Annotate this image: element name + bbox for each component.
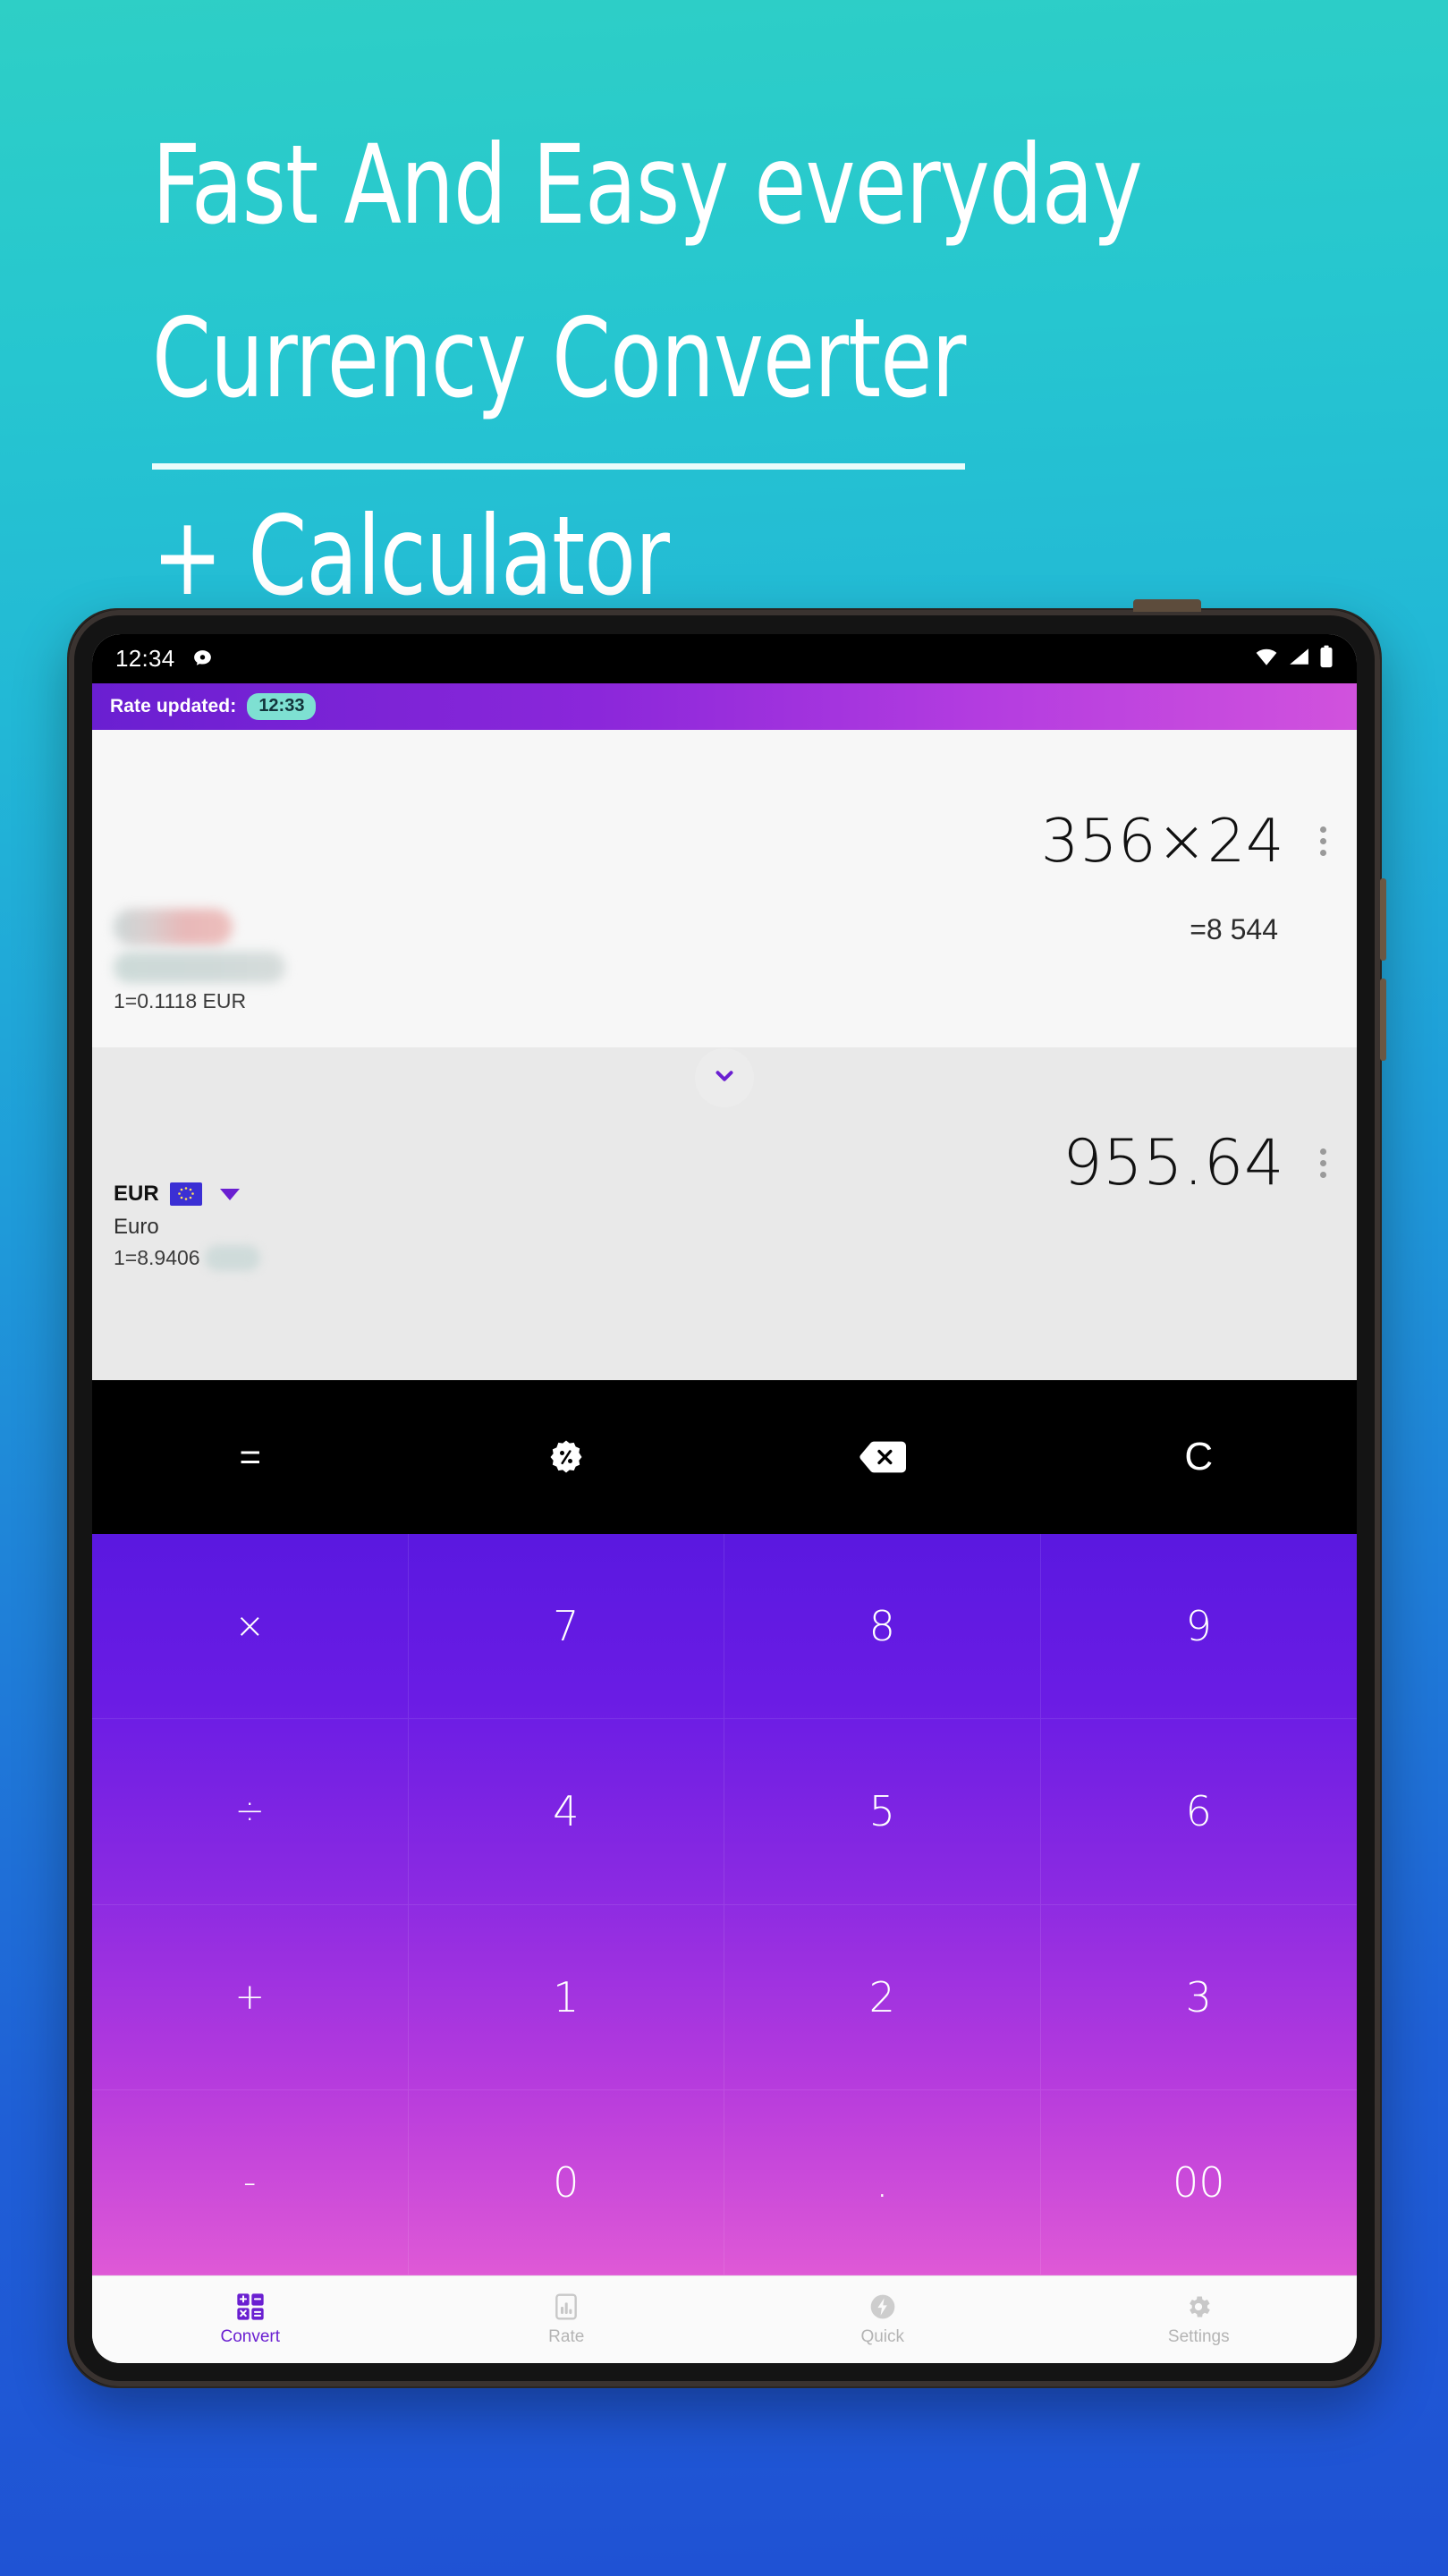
swap-currencies-button[interactable]	[695, 1048, 754, 1107]
device-screen: 12:34 Rate updated: 12:33 356×24 =8 544 …	[92, 634, 1357, 2363]
source-currency-name-redacted	[114, 952, 285, 983]
chevron-down-icon	[711, 1063, 738, 1094]
flash-circle-icon	[868, 2292, 897, 2321]
key-minus[interactable]: -	[92, 2089, 409, 2275]
status-bar-right	[1255, 645, 1334, 673]
rate-updated-time-badge: 12:33	[247, 693, 317, 720]
target-amount-area: 955.64	[1063, 1126, 1332, 1199]
source-currency-code-redacted[interactable]	[114, 909, 233, 945]
calculator-result: =8 544	[1190, 913, 1278, 945]
backspace-button[interactable]	[724, 1380, 1041, 1534]
source-kebab-menu-icon[interactable]	[1315, 818, 1332, 865]
promo-headline: Fast And Easy everyday Currency Converte…	[152, 98, 1315, 643]
nav-label-rate: Rate	[548, 2327, 585, 2346]
key-decimal[interactable]: .	[724, 2089, 1041, 2275]
status-bar: 12:34	[92, 634, 1357, 683]
backspace-icon	[859, 1440, 906, 1474]
source-rate-line: 1=0.1118 EUR	[114, 989, 247, 1013]
rate-updated-bar[interactable]: Rate updated: 12:33	[92, 683, 1357, 730]
key-9[interactable]: 9	[1040, 1534, 1357, 1720]
key-1[interactable]: 1	[408, 1904, 724, 2090]
equals-button[interactable]: =	[92, 1380, 409, 1534]
equals-label: =	[239, 1436, 262, 1478]
wifi-icon	[1255, 647, 1278, 671]
headline-line-2: Currency Converter	[152, 272, 966, 470]
nav-item-quick[interactable]: Quick	[724, 2276, 1041, 2363]
key-5[interactable]: 5	[724, 1719, 1041, 1905]
signal-icon	[1288, 647, 1309, 671]
power-button[interactable]	[1133, 599, 1201, 612]
key-6[interactable]: 6	[1040, 1719, 1357, 1905]
target-rate-row: 1=8.9406	[114, 1245, 260, 1271]
key-multiply[interactable]: ×	[92, 1534, 409, 1720]
volume-down-button[interactable]	[1380, 979, 1386, 1061]
gear-icon	[1184, 2292, 1213, 2321]
clear-button[interactable]: C	[1041, 1380, 1358, 1534]
key-divide[interactable]: ÷	[92, 1719, 409, 1905]
volume-up-button[interactable]	[1380, 878, 1386, 961]
eu-flag-icon	[169, 1182, 202, 1206]
bottom-navigation: Convert Rate Quick Settings	[92, 2275, 1357, 2363]
target-rate-currency-redacted	[204, 1245, 260, 1271]
target-currency-code: EUR	[114, 1182, 159, 1206]
battery-icon	[1319, 645, 1334, 673]
rate-updated-label: Rate updated:	[110, 696, 237, 716]
key-double-zero[interactable]: 00	[1040, 2090, 1357, 2275]
percent-button[interactable]	[409, 1380, 725, 1534]
key-4[interactable]: 4	[408, 1719, 724, 1905]
nav-item-convert[interactable]: Convert	[92, 2276, 409, 2363]
headline-line-1: Fast And Easy everyday	[152, 122, 1143, 249]
status-time: 12:34	[115, 645, 175, 672]
status-bar-left: 12:34	[115, 645, 214, 673]
source-currency-panel[interactable]: 356×24 =8 544 1=0.1118 EUR	[92, 730, 1357, 1047]
nav-label-settings: Settings	[1167, 2327, 1230, 2346]
function-row: = C	[92, 1380, 1357, 1534]
target-rate-value: 1=8.9406	[114, 1246, 200, 1269]
key-2[interactable]: 2	[724, 1904, 1041, 2090]
calculator-grid-icon	[236, 2292, 265, 2321]
expression-row: 356×24	[92, 730, 1357, 876]
chart-bar-icon	[552, 2292, 580, 2321]
key-7[interactable]: 7	[408, 1534, 724, 1720]
target-currency-name: Euro	[114, 1215, 159, 1239]
clear-label: C	[1184, 1435, 1214, 1479]
nav-item-rate[interactable]: Rate	[409, 2276, 725, 2363]
chat-bubble-icon	[191, 648, 214, 670]
target-currency-selector[interactable]: EUR	[114, 1182, 260, 1207]
percent-badge-icon	[548, 1439, 584, 1475]
calculator-expression[interactable]: 356×24	[1041, 806, 1284, 876]
nav-label-quick: Quick	[860, 2327, 905, 2346]
source-currency-info[interactable]: 1=0.1118 EUR	[114, 909, 285, 1013]
key-plus[interactable]: +	[92, 1904, 409, 2090]
key-3[interactable]: 3	[1040, 1905, 1357, 2090]
tablet-device-frame: 12:34 Rate updated: 12:33 356×24 =8 544 …	[67, 599, 1386, 2388]
nav-label-convert: Convert	[220, 2327, 281, 2346]
converted-amount[interactable]: 955.64	[1063, 1126, 1284, 1199]
key-8[interactable]: 8	[724, 1534, 1041, 1720]
target-currency-dropdown-icon[interactable]	[219, 1188, 240, 1200]
calculator-keypad: × 7 8 9 ÷ 4 5 6 + 1 2 3 - 0 . 00	[92, 1534, 1357, 2275]
target-kebab-menu-icon[interactable]	[1315, 1140, 1332, 1187]
key-0[interactable]: 0	[408, 2089, 724, 2275]
nav-item-settings[interactable]: Settings	[1041, 2276, 1358, 2363]
target-currency-info[interactable]: EUR Euro 1=8.9406	[114, 1182, 260, 1271]
headline-line-2-wrap: Currency Converter	[152, 272, 1152, 470]
